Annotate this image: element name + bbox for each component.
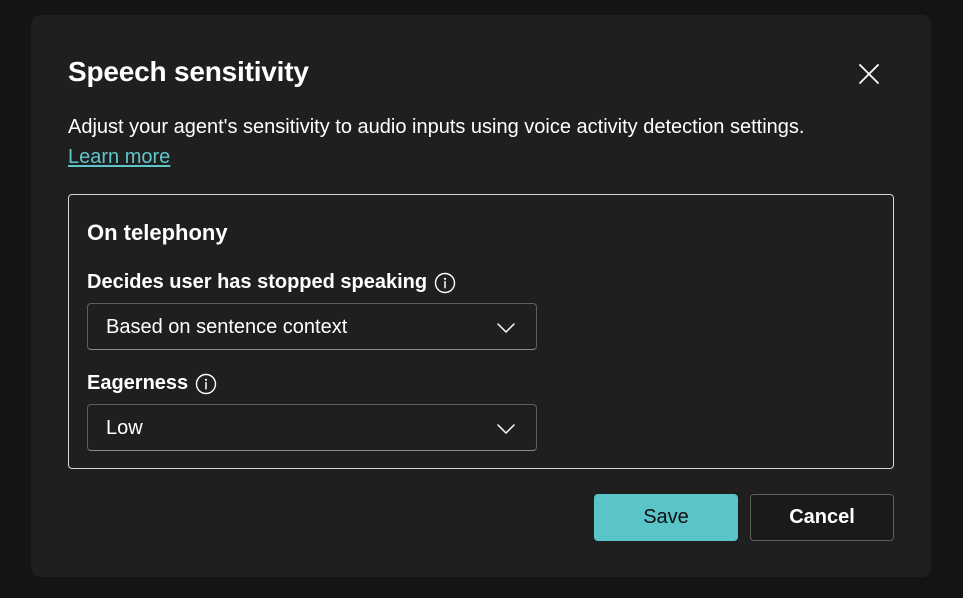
info-icon[interactable] <box>195 373 217 395</box>
stopped-speaking-label-text: Decides user has stopped speaking <box>87 271 428 293</box>
speech-sensitivity-dialog: Speech sensitivity Adjust your agent's s… <box>31 15 931 577</box>
learn-more-link[interactable]: Learn more <box>68 146 170 169</box>
stopped-speaking-dropdown[interactable]: Based on sentence context <box>87 303 537 350</box>
dialog-title: Speech sensitivity <box>68 56 309 87</box>
cancel-button[interactable]: Cancel <box>750 494 894 541</box>
chevron-down-icon <box>496 318 516 338</box>
info-icon[interactable] <box>434 272 456 294</box>
eagerness-dropdown[interactable]: Low <box>87 404 537 451</box>
eagerness-value: Low <box>106 417 143 439</box>
chevron-down-icon <box>496 419 516 439</box>
eagerness-label-text: Eagerness <box>87 372 189 394</box>
stopped-speaking-value: Based on sentence context <box>106 316 348 338</box>
save-button[interactable]: Save <box>594 494 738 541</box>
stopped-speaking-label: Decides user has stopped speaking <box>87 271 456 294</box>
section-title: On telephony <box>87 220 228 245</box>
telephony-settings-panel: On telephony Decides user has stopped sp… <box>68 194 894 469</box>
dialog-description: Adjust your agent's sensitivity to audio… <box>68 116 805 138</box>
close-icon[interactable] <box>857 62 881 86</box>
eagerness-label: Eagerness <box>87 372 217 395</box>
